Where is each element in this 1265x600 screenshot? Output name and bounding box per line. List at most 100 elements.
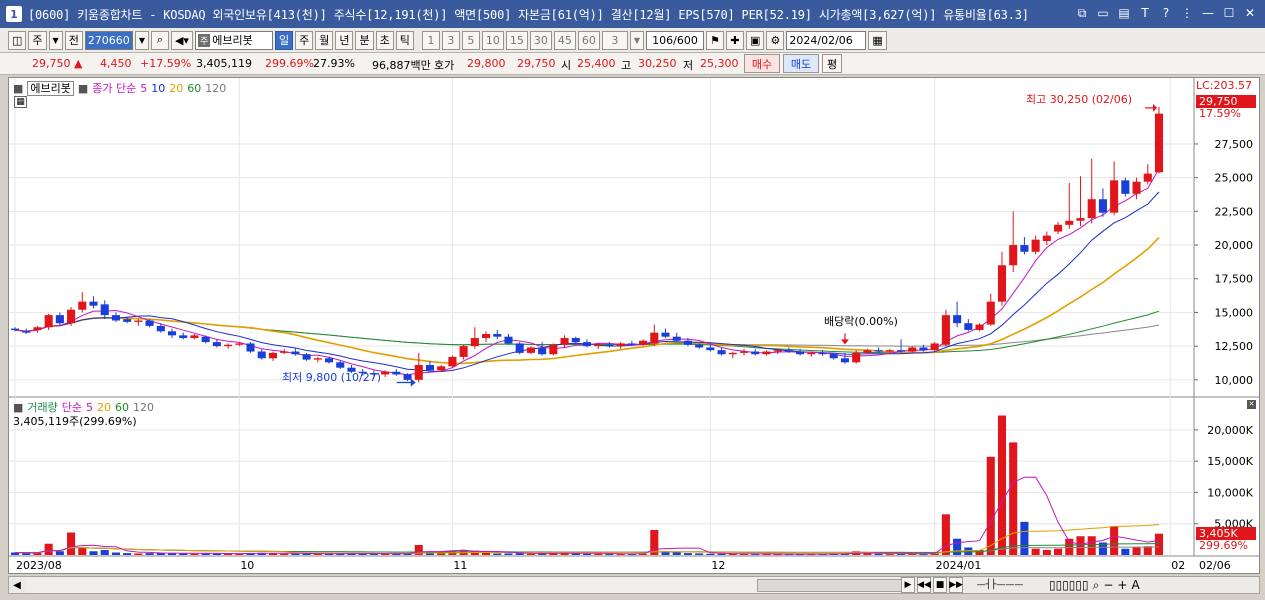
rewind-icon[interactable]: ◀◀ <box>917 577 931 593</box>
x-tick-label: 2024/01 <box>936 559 982 572</box>
volume-ratio: 299.69% <box>265 57 314 70</box>
chart-area[interactable]: 10,000 12,500 15,000 17,500 20,000 22,500 25,0… <box>8 77 1260 574</box>
panel-close-icon[interactable]: ✕ <box>1247 400 1256 409</box>
chevron-down-icon[interactable]: ▼ <box>48 30 63 50</box>
candle-body <box>616 343 625 347</box>
interval-dropdown-icon[interactable]: ▼ <box>629 30 644 50</box>
candle-body <box>605 344 614 347</box>
period-tick[interactable]: 틱 <box>395 30 414 50</box>
legend-stock-name[interactable]: 에브리봇 <box>27 81 74 96</box>
maximize-icon[interactable]: ☐ <box>1220 4 1238 22</box>
candle-body <box>997 265 1007 302</box>
price-tick-label: 10,000 <box>1215 374 1254 387</box>
period-day[interactable]: 일 <box>274 30 294 50</box>
candle-body <box>1132 181 1141 194</box>
price-tick-label: 25,000 <box>1215 172 1254 185</box>
interval-3[interactable]: 3 <box>441 30 460 50</box>
zoom-search-icon[interactable]: ⌕ <box>1093 578 1100 593</box>
type-select[interactable]: 주 <box>28 30 47 50</box>
period-second[interactable]: 초 <box>375 30 394 50</box>
font-icon[interactable]: T <box>1136 4 1154 22</box>
gear-icon[interactable]: ⚙ <box>766 30 785 50</box>
chart-type-icons[interactable]: ▯▯▯▯▯▯ <box>1049 578 1089 592</box>
interval-30[interactable]: 30 <box>529 30 552 50</box>
candle-body <box>695 344 704 348</box>
volume-bar <box>78 547 87 555</box>
scroll-track[interactable] <box>27 578 907 593</box>
link-icon[interactable]: ⧉ <box>1073 4 1091 22</box>
data-count-field[interactable]: 106/600 <box>645 30 704 50</box>
prev-button[interactable]: 전 <box>64 30 83 50</box>
stop-icon[interactable]: ■ <box>933 577 947 593</box>
period-year[interactable]: 년 <box>335 30 354 50</box>
volume-bar <box>1076 536 1085 555</box>
volume-bar <box>134 553 143 555</box>
candle-body <box>661 332 670 337</box>
interval-60[interactable]: 60 <box>577 30 600 50</box>
nav-controls: ▶ ◀◀ ■ ▶▶ —┤├——— <box>901 577 1035 593</box>
candle-body <box>639 340 648 345</box>
zoom-in-icon[interactable]: + <box>1117 578 1127 592</box>
interval-15[interactable]: 15 <box>505 30 528 50</box>
print-icon[interactable]: ▤ <box>1115 4 1133 22</box>
horizontal-scrollbar[interactable]: ◀ ▶ ◀◀ ■ ▶▶ —┤├——— ▯▯▯▯▯▯ ⌕ − + A <box>8 576 1260 594</box>
speaker-icon[interactable]: ◀▾ <box>170 30 193 50</box>
candle-body <box>291 351 300 355</box>
stock-code-input[interactable]: 270660 <box>84 30 133 50</box>
stock-name-field[interactable]: 주 에브리봇 <box>194 30 273 50</box>
scroll-left-icon[interactable]: ◀ <box>9 577 25 593</box>
scroll-right-icon[interactable]: ▶ <box>901 577 915 593</box>
search-icon[interactable]: ⌕ <box>150 30 169 50</box>
indicator-icon[interactable]: ⚑ <box>705 30 724 50</box>
buy-button[interactable]: 매수 <box>744 54 780 73</box>
code-dropdown-icon[interactable]: ▼ <box>134 30 149 50</box>
candle-body <box>470 338 479 347</box>
x-tick-label: 2023/08 <box>16 559 62 572</box>
candle-body <box>526 347 535 353</box>
zoom-out-icon[interactable]: − <box>1103 578 1113 592</box>
save-icon[interactable]: ▣ <box>745 30 765 50</box>
copy-icon[interactable]: ▭ <box>1094 4 1112 22</box>
table-icon[interactable]: ▦ <box>14 96 27 108</box>
interval-select[interactable]: 3 <box>601 30 628 50</box>
candle-body <box>425 365 435 371</box>
interval-5[interactable]: 5 <box>461 30 480 50</box>
date-field[interactable]: 2024/02/06 <box>786 30 867 50</box>
candle-body <box>773 350 782 352</box>
period-minute[interactable]: 분 <box>355 30 374 50</box>
crosshair-icon[interactable]: ✚ <box>725 30 744 50</box>
candle-body <box>840 358 849 363</box>
high-price: 30,250 <box>638 57 677 70</box>
bid-price: 29,750 <box>517 57 556 70</box>
scroll-thumb[interactable] <box>757 579 907 592</box>
candle-body <box>201 336 210 343</box>
candle-body <box>818 352 827 355</box>
candle-body <box>930 343 939 351</box>
even-button[interactable]: 평 <box>822 54 842 73</box>
font-size-icon[interactable]: A <box>1131 578 1139 592</box>
price-change-pct: +17.59% <box>140 57 192 70</box>
candlestick-chart[interactable]: 10,000 12,500 15,000 17,500 20,000 22,500 25,0… <box>9 78 1259 573</box>
volume-bar <box>1009 442 1018 555</box>
forward-icon[interactable]: ▶▶ <box>949 577 963 593</box>
range-slider-icon[interactable]: —┤├——— <box>965 577 1035 593</box>
sell-button[interactable]: 매도 <box>783 54 819 73</box>
extra-icon[interactable]: ⋮ <box>1178 4 1196 22</box>
interval-45[interactable]: 45 <box>553 30 576 50</box>
candle-body <box>179 335 188 339</box>
volume-bar <box>67 532 76 555</box>
period-week[interactable]: 주 <box>295 30 314 50</box>
candle-body <box>953 315 962 324</box>
interval-10[interactable]: 10 <box>481 30 504 50</box>
volume-bar <box>89 551 98 555</box>
chart-layout-icon[interactable]: ◫ <box>8 30 27 50</box>
close-icon[interactable]: ✕ <box>1241 4 1259 22</box>
volume-bar <box>941 514 950 555</box>
help-icon[interactable]: ? <box>1157 4 1175 22</box>
period-month[interactable]: 월 <box>315 30 334 50</box>
calendar-icon[interactable]: ▦ <box>868 30 887 50</box>
minimize-icon[interactable]: — <box>1199 4 1217 22</box>
interval-1[interactable]: 1 <box>421 30 440 50</box>
zoom-controls: ▯▯▯▯▯▯ ⌕ − + A <box>1049 577 1140 593</box>
low-price: 25,300 <box>700 57 739 70</box>
